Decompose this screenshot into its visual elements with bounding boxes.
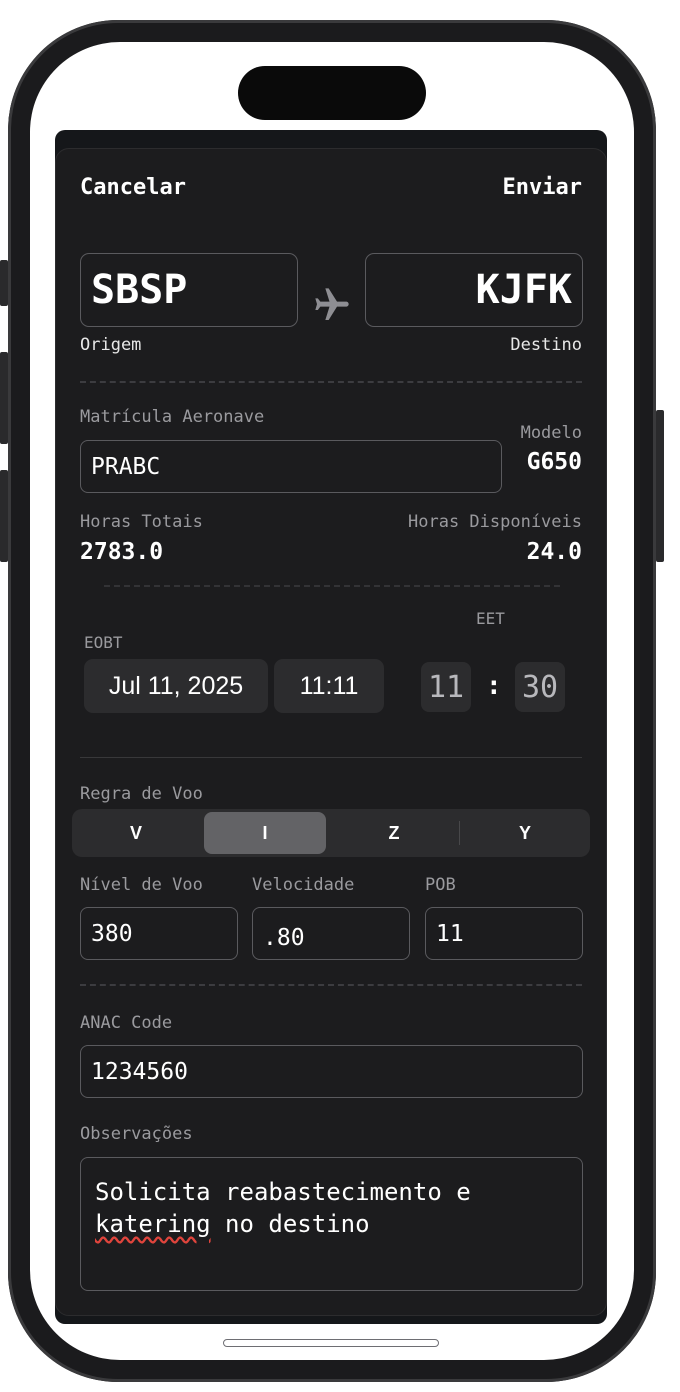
eobt-date-picker[interactable]: Jul 11, 2025	[84, 659, 268, 713]
segment-y[interactable]: Y	[464, 812, 586, 854]
segment-z[interactable]: Z	[333, 812, 455, 854]
airplane-icon	[312, 285, 352, 329]
notes-textarea[interactable]: Solicita reabastecimento e katering no d…	[80, 1157, 583, 1291]
notes-line-2: katering no destino	[95, 1208, 568, 1240]
flight-level-label: Nível de Voo	[80, 875, 203, 895]
segment-i[interactable]: I	[204, 812, 326, 854]
power-button	[656, 410, 664, 562]
anac-code-input[interactable]: 1234560	[80, 1045, 583, 1098]
eobt-label: EOBT	[84, 633, 123, 652]
section-divider	[104, 585, 560, 587]
speed-label: Velocidade	[252, 875, 355, 895]
section-divider	[80, 757, 582, 758]
available-hours-label: Horas Disponíveis	[408, 512, 582, 532]
pob-input[interactable]: 11	[425, 907, 583, 960]
home-indicator	[223, 1339, 439, 1347]
send-button[interactable]: Enviar	[503, 175, 582, 200]
segment-separator	[459, 821, 460, 845]
notes-line-2-rest: no destino	[210, 1210, 370, 1238]
misspelled-word[interactable]: katering	[95, 1210, 211, 1238]
notes-label: Observações	[80, 1124, 193, 1144]
available-hours-value: 24.0	[526, 539, 582, 565]
dynamic-island	[238, 66, 426, 120]
total-hours-value: 2783.0	[80, 539, 164, 565]
flight-level-input[interactable]: 380	[80, 907, 238, 960]
segment-v[interactable]: V	[75, 812, 197, 854]
registration-input[interactable]: PRABC	[80, 440, 502, 493]
model-value: G650	[526, 449, 582, 475]
volume-up-button	[0, 352, 8, 444]
eet-minutes-input[interactable]: 30	[515, 662, 565, 712]
total-hours-label: Horas Totais	[80, 512, 203, 532]
silent-switch	[0, 260, 8, 306]
flight-rules-label: Regra de Voo	[80, 784, 203, 804]
eet-separator: :	[486, 671, 502, 701]
model-label: Modelo	[520, 423, 582, 443]
registration-label: Matrícula Aeronave	[80, 407, 265, 427]
flight-rules-segmented-control: V I Z Y	[72, 809, 590, 857]
anac-code-label: ANAC Code	[80, 1013, 173, 1033]
section-divider	[80, 984, 582, 986]
notes-line-1: Solicita reabastecimento e	[95, 1178, 471, 1206]
flight-plan-sheet: Cancelar Enviar SBSP KJFK Origem Destino…	[55, 148, 607, 1316]
speed-input[interactable]: .80	[252, 907, 410, 960]
pob-label: POB	[425, 875, 456, 895]
destination-code-field[interactable]: KJFK	[365, 253, 583, 327]
eobt-time-picker[interactable]: 11:11	[274, 659, 384, 713]
volume-down-button	[0, 470, 8, 562]
origin-label: Origem	[80, 335, 142, 355]
origin-code-field[interactable]: SBSP	[80, 253, 298, 327]
eet-hours-input[interactable]: 11	[421, 662, 471, 712]
destination-label: Destino	[510, 335, 582, 355]
eet-label: EET	[476, 609, 505, 628]
cancel-button[interactable]: Cancelar	[80, 175, 186, 200]
section-divider	[80, 381, 582, 383]
